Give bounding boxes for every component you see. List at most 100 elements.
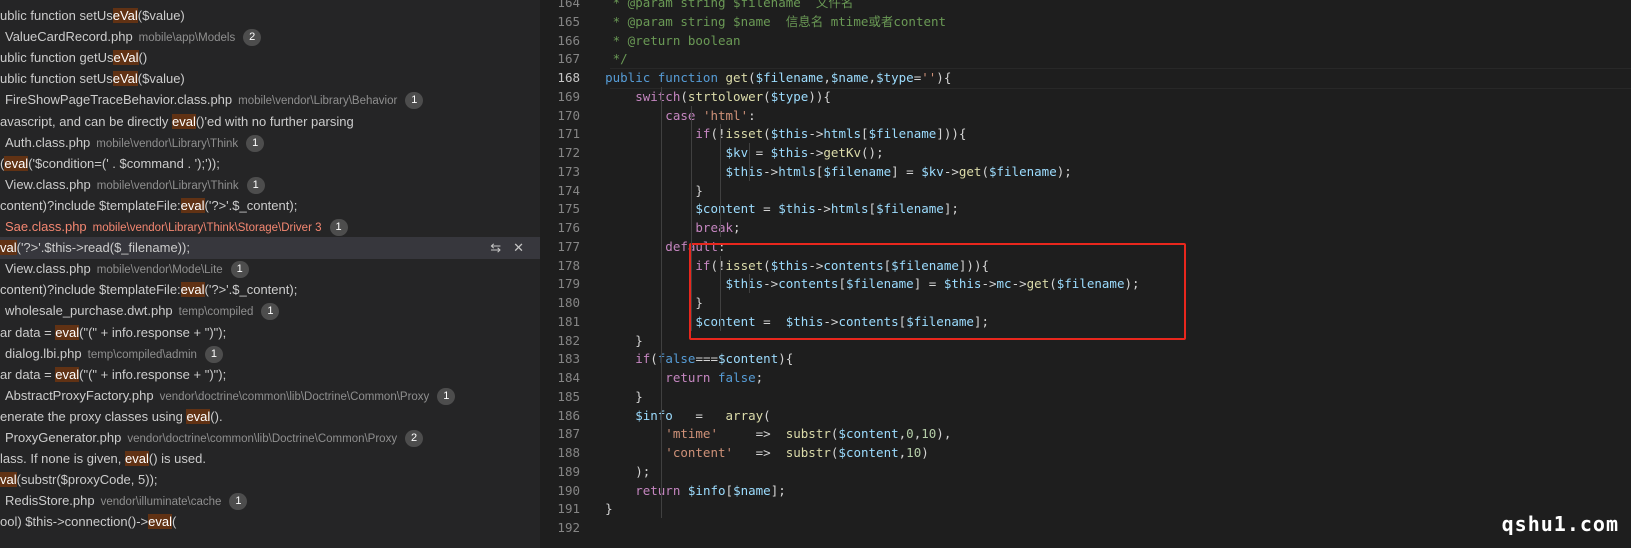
replace-icon[interactable]: ⇆ xyxy=(490,240,501,255)
search-result-match[interactable]: enerate the proxy classes using eval(). xyxy=(0,406,540,428)
code-line[interactable]: * @param string $name 信息名 mtime或者content xyxy=(575,12,946,31)
code-token: => xyxy=(733,445,786,460)
code-line[interactable]: } xyxy=(575,331,643,350)
search-result-match[interactable]: ar data = eval("(" + info.response + ")"… xyxy=(0,322,540,344)
file-name: dialog.lbi.php xyxy=(5,345,82,361)
code-line[interactable]: * @param string $filename 文件名 xyxy=(575,0,854,12)
code-token: substr xyxy=(785,426,831,442)
code-token: { xyxy=(823,88,831,104)
search-result-file[interactable]: Sae.class.php mobile\vendor\Library\Think… xyxy=(0,216,540,238)
match-count-badge: 1 xyxy=(246,134,265,152)
line-number: 171 xyxy=(557,126,580,142)
code-token: $filename xyxy=(823,163,892,179)
code-token: 10 xyxy=(921,426,937,442)
line-number: 183 xyxy=(557,351,580,367)
code-token: $content xyxy=(718,351,779,367)
code-token: $name xyxy=(733,482,771,498)
code-token: => xyxy=(718,426,786,442)
code-editor[interactable]: 164 165 166 167 168 169 170 171 172 173 174 175 176 1… xyxy=(540,0,1631,548)
code-line[interactable]: return $info[$name]; xyxy=(575,481,786,500)
code-token: ( xyxy=(763,407,771,423)
code-token: 'content' xyxy=(575,445,734,460)
code-line[interactable]: */ xyxy=(575,49,628,68)
match-count-badge: 1 xyxy=(204,345,223,363)
code-line[interactable]: ); xyxy=(575,462,650,481)
file-name: ProxyGenerator.php xyxy=(5,430,122,445)
search-result-file[interactable]: wholesale_purchase.dwt.php temp\compiled 1 xyxy=(0,300,540,322)
match-highlight: eval xyxy=(171,113,196,129)
code-token: ]; xyxy=(943,201,959,217)
file-path: vendor\doctrine\common\lib\Doctrine\Comm… xyxy=(159,390,430,403)
code-line[interactable]: 'content' => substr($content,10) xyxy=(575,443,928,462)
code-line[interactable]: } xyxy=(575,499,613,518)
search-result-match[interactable]: ublic function getUseVal() xyxy=(0,47,540,69)
code-token: (! xyxy=(710,126,726,142)
search-result-match[interactable]: avascript, and can be directly eval()'ed… xyxy=(0,111,540,133)
code-token: -> xyxy=(815,201,831,217)
match-count-badge: 1 xyxy=(261,303,280,321)
match-count-badge: 2 xyxy=(243,29,262,47)
code-token: [ xyxy=(725,482,734,498)
search-result-match[interactable]: lass. If none is given, eval() is used. xyxy=(0,448,540,470)
search-result-match[interactable]: content)?include $templateFile:eval('?>'… xyxy=(0,279,540,301)
code-token: htmls xyxy=(778,163,816,179)
code-token: get xyxy=(958,163,982,179)
code-line[interactable]: $this->htmls[$filename] = $kv->get($file… xyxy=(575,162,1072,181)
file-path: temp\compiled\admin xyxy=(87,348,197,361)
code-line[interactable]: * @return boolean xyxy=(575,31,741,50)
code-token: } xyxy=(575,501,613,517)
code-line[interactable]: if(!isset($this->htmls[$filename])){ xyxy=(575,124,966,143)
match-text: ("(" + info.response + ")"); xyxy=(79,324,227,340)
indent-guide xyxy=(691,105,692,331)
code-line[interactable]: return false; xyxy=(575,368,763,387)
search-result-match[interactable]: content)?include $templateFile:eval('?>'… xyxy=(0,195,540,217)
line-number: 187 xyxy=(557,426,580,442)
code-line[interactable]: 'mtime' => substr($content,0,10), xyxy=(575,424,951,443)
search-result-file[interactable]: AbstractProxyFactory.php vendor\doctrine\… xyxy=(0,385,540,407)
code-line[interactable]: if(false===$content){ xyxy=(575,349,793,368)
file-path: vendor\doctrine\common\lib\Doctrine\Comm… xyxy=(127,433,398,445)
code-line[interactable]: $kv = $this->getKv(); xyxy=(575,143,884,162)
code-token: } xyxy=(575,295,703,310)
search-result-match[interactable]: ublic function setUseVal($value) xyxy=(0,5,540,27)
search-result-match[interactable]: val(substr($proxyCode, 5)); xyxy=(0,469,540,491)
code-line[interactable]: } xyxy=(575,293,703,312)
search-result-file[interactable]: RedisStore.php vendor\illuminate\cache 1 xyxy=(0,490,540,512)
search-result-file[interactable]: Auth.class.php mobile\vendor\Library\Thin… xyxy=(0,132,540,154)
match-text: avascript, and can be directly xyxy=(0,113,172,129)
code-token: ){ xyxy=(778,351,794,367)
code-line[interactable]: $content = $this->htmls[$filename]; xyxy=(575,199,959,218)
search-result-match[interactable]: (eval('$condition=(' . $command . ');'))… xyxy=(0,153,540,175)
file-name: ValueCardRecord.php xyxy=(5,29,133,45)
search-result-match[interactable]: ar data = eval("(" + info.response + ")"… xyxy=(0,364,540,386)
code-line[interactable]: switch(strtolower($type)){ xyxy=(575,87,831,106)
match-text: lass. If none is given, xyxy=(0,451,126,467)
search-result-file[interactable]: View.class.php mobile\vendor\Library\Thin… xyxy=(0,174,540,196)
search-result-match[interactable]: val('?>'.$this->read($_filename)); ⇆ ✕ xyxy=(0,237,540,260)
code-token: ]; xyxy=(770,482,786,498)
search-result-match[interactable]: ublic function setUseVal($value) xyxy=(0,68,540,90)
search-result-file[interactable]: dialog.lbi.php temp\compiled\admin 1 xyxy=(0,343,540,365)
code-token: $this xyxy=(770,145,809,160)
code-line[interactable]: break; xyxy=(575,218,740,237)
match-count-badge: 1 xyxy=(229,493,248,511)
code-line[interactable]: case 'html': xyxy=(575,106,755,125)
code-token: [ xyxy=(868,201,877,217)
code-line[interactable]: $info = array( xyxy=(575,406,771,425)
code-line[interactable]: } xyxy=(575,387,643,406)
code-token: return xyxy=(575,370,718,385)
search-result-file[interactable]: ValueCardRecord.php mobile\app\Models 2 xyxy=(0,26,540,48)
code-line[interactable]: public function get($filename,$name,$typ… xyxy=(575,68,951,87)
code-token: break xyxy=(575,220,734,235)
search-result-match[interactable]: ool) $this->connection()->eval( xyxy=(0,511,540,533)
match-count-badge: 1 xyxy=(329,219,348,237)
search-result-file[interactable]: FireShowPageTraceBehavior.class.php mobil… xyxy=(0,89,540,111)
code-token: === xyxy=(695,351,719,367)
code-token: if xyxy=(575,351,651,367)
code-line[interactable]: } xyxy=(575,181,703,200)
search-result-file[interactable]: ProxyGenerator.php vendor\doctrine\common… xyxy=(0,427,540,449)
dismiss-icon[interactable]: ✕ xyxy=(513,240,524,255)
code-token: 10 xyxy=(906,445,922,460)
code-token: htmls xyxy=(823,126,862,142)
search-result-file[interactable]: View.class.php mobile\vendor\Mode\Lite 1 xyxy=(0,258,540,280)
